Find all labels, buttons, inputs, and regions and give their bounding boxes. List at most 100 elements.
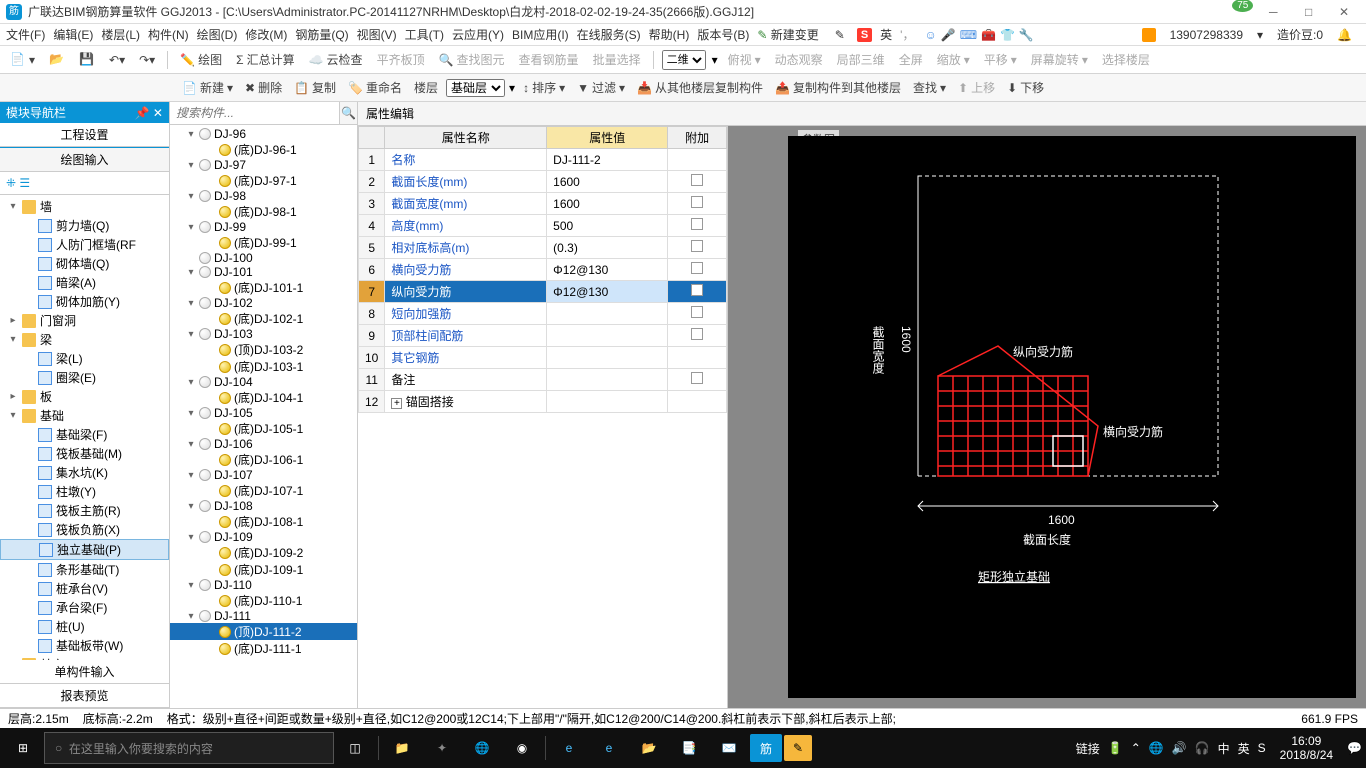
move-up-button[interactable]: ⬆上移 [954,77,999,98]
nav-tab-draw[interactable]: 绘图输入 [0,147,169,172]
menu-help[interactable]: 帮助(H) [649,26,690,43]
instance-group[interactable]: ▾DJ-97 [170,158,357,172]
tree-item[interactable]: ▾基础 [0,406,169,425]
ime-kbd-icon[interactable]: ⌨ [960,28,977,42]
user-icon[interactable] [1142,28,1156,42]
new-file-button[interactable]: 📄▾ [6,50,39,70]
property-row[interactable]: 5相对底标高(m)(0.3) [359,237,727,259]
close-button[interactable]: ✕ [1328,5,1360,19]
pin-icon[interactable]: 📌 ✕ [135,106,163,120]
instance-group[interactable]: ▾DJ-104 [170,375,357,389]
tree-item[interactable]: ▸门窗洞 [0,311,169,330]
mail-icon[interactable]: ✉️ [710,732,748,764]
tree-item[interactable]: ▾墙 [0,197,169,216]
instance-item[interactable]: (底)DJ-96-1 [170,141,357,158]
instance-group[interactable]: ▾DJ-105 [170,406,357,420]
ime-tbox-icon[interactable]: 🧰 [981,28,996,42]
taskbar-search[interactable]: ○ 在这里输入你要搜索的内容 [44,732,334,764]
explorer-icon[interactable]: 📁 [383,732,421,764]
fullscreen-button[interactable]: 全屏 [895,49,927,70]
tree-item[interactable]: 集水坑(K) [0,463,169,482]
find-element-button[interactable]: 🔍查找图元 [435,49,509,70]
find-button[interactable]: 查找▾ [909,77,950,98]
instance-item[interactable]: (底)DJ-108-1 [170,513,357,530]
local-3d-button[interactable]: 局部三维 [833,49,889,70]
select-floor-button[interactable]: 选择楼层 [1098,49,1154,70]
maximize-button[interactable]: □ [1293,5,1325,19]
property-row[interactable]: 4高度(mm)500 [359,215,727,237]
tree-item[interactable]: 柱墩(Y) [0,482,169,501]
tree-item[interactable]: 暗梁(A) [0,273,169,292]
ime-en[interactable]: 英 [1238,740,1250,757]
instance-item[interactable]: (底)DJ-99-1 [170,234,357,251]
notification-badge[interactable]: 75 [1232,0,1253,12]
component-tree[interactable]: ▾墙剪力墙(Q)人防门框墙(RF砌体墙(Q)暗梁(A)砌体加筋(Y)▸门窗洞▾梁… [0,195,169,660]
instance-group[interactable]: ▾DJ-106 [170,437,357,451]
copy-to-button[interactable]: 📤复制构件到其他楼层 [771,77,905,98]
instance-item[interactable]: (底)DJ-109-1 [170,561,357,578]
instance-group[interactable]: ▾DJ-96 [170,127,357,141]
copy-button[interactable]: 📋复制 [290,77,340,98]
tree-item[interactable]: 承台梁(F) [0,598,169,617]
menu-file[interactable]: 文件(F) [6,26,45,43]
save-button[interactable]: 💾 [75,50,99,70]
instance-group[interactable]: ▾DJ-109 [170,530,357,544]
instance-group[interactable]: ▾DJ-99 [170,220,357,234]
tree-item[interactable]: 桩承台(V) [0,579,169,598]
delete-button[interactable]: ✖删除 [241,77,286,98]
menu-view[interactable]: 视图(V) [357,26,397,43]
rename-button[interactable]: 🏷️重命名 [344,77,406,98]
action-center-icon[interactable]: 💬 [1347,741,1362,755]
nav-tab-project[interactable]: 工程设置 [0,123,169,147]
menu-more-1[interactable]: ✎ [835,28,845,42]
instance-group[interactable]: ▾DJ-111 [170,609,357,623]
menu-draw[interactable]: 绘图(D) [197,26,238,43]
tree-item[interactable]: ▾梁 [0,330,169,349]
menu-new-change[interactable]: ✎ 新建变更 [757,26,826,43]
copy-from-button[interactable]: 📥从其他楼层复制构件 [633,77,767,98]
property-row[interactable]: 8短向加强筋 [359,303,727,325]
instance-item[interactable]: (底)DJ-107-1 [170,482,357,499]
system-clock[interactable]: 16:092018/8/24 [1274,734,1339,763]
persp-button[interactable]: 俯视▾ [724,49,765,70]
move-down-button[interactable]: ⬇下移 [1003,77,1048,98]
component-instance-tree[interactable]: ▾DJ-96(底)DJ-96-1▾DJ-97(底)DJ-97-1▾DJ-98(底… [170,125,357,708]
search-input[interactable] [170,102,339,124]
zoom-button[interactable]: 缩放▾ [933,49,974,70]
instance-group[interactable]: ▾DJ-103 [170,327,357,341]
sogou-tray-icon[interactable]: S [1258,741,1266,755]
tree-item[interactable]: 人防门框墙(RF [0,235,169,254]
edge-icon[interactable]: 🌐 [463,732,501,764]
tree-item[interactable]: 剪力墙(Q) [0,216,169,235]
property-row[interactable]: 1名称DJ-111-2 [359,149,727,171]
instance-item[interactable]: (顶)DJ-103-2 [170,341,357,358]
instance-group[interactable]: ▾DJ-102 [170,296,357,310]
instance-item[interactable]: (底)DJ-111-1 [170,640,357,657]
instance-item[interactable]: (底)DJ-98-1 [170,203,357,220]
property-grid[interactable]: 属性名称属性值附加1名称DJ-111-22截面长度(mm)16003截面宽度(m… [358,126,728,708]
nav-tab-single[interactable]: 单构件输入 [0,660,169,684]
nav-tab-report[interactable]: 报表预览 [0,684,169,708]
tree-item[interactable]: 筏板基础(M) [0,444,169,463]
minimize-button[interactable]: ─ [1257,5,1289,19]
ie-icon-1[interactable]: e [550,732,588,764]
view-rebar-button[interactable]: 查看钢筋量 [515,49,583,70]
nav-quick-icons[interactable]: ⁜ ☰ [0,172,169,195]
sum-calc-button[interactable]: Σ 汇总计算 [232,49,298,70]
property-row[interactable]: 9顶部柱间配筋 [359,325,727,347]
property-row[interactable]: 7纵向受力筋Φ12@130 [359,281,727,303]
cloud-check-button[interactable]: ☁️云检查 [305,49,367,70]
property-row[interactable]: 2截面长度(mm)1600 [359,171,727,193]
instance-item[interactable]: (底)DJ-97-1 [170,172,357,189]
instance-item[interactable]: (顶)DJ-111-2 [170,623,357,640]
menu-rebar[interactable]: 钢筋量(Q) [295,26,348,43]
tree-item[interactable]: 圈梁(E) [0,368,169,387]
instance-group[interactable]: ▾DJ-101 [170,265,357,279]
redo-button[interactable]: ↷▾ [135,51,159,69]
sort-button[interactable]: ↕排序▾ [519,77,569,98]
property-row[interactable]: 11备注 [359,369,727,391]
property-row[interactable]: 6横向受力筋Φ12@130 [359,259,727,281]
menu-modify[interactable]: 修改(M) [245,26,287,43]
ime-mic-icon[interactable]: 🎤 [941,28,956,42]
dyn-view-button[interactable]: 动态观察 [771,49,827,70]
